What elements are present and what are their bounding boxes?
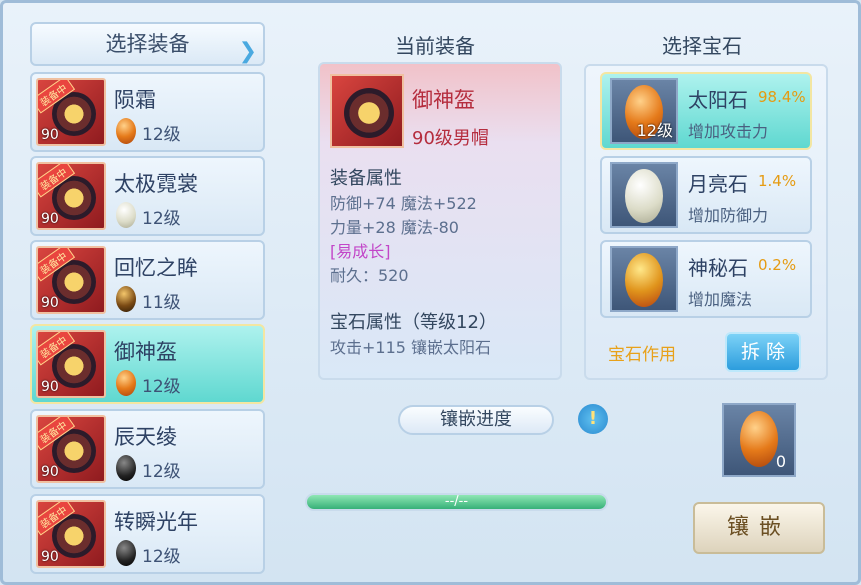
- attr-header: 装备属性: [330, 168, 402, 189]
- gem-attr-header: 宝石属性（等级12）: [330, 312, 497, 333]
- orange-gem-icon: [740, 411, 778, 467]
- trait-label: [易成长]: [330, 242, 391, 261]
- gem-desc: 增加魔法: [688, 290, 753, 309]
- equipment-thumbnail: 装备中 90: [36, 246, 106, 314]
- inlay-button[interactable]: 镶嵌: [693, 502, 825, 554]
- gem-name: 神秘石: [688, 256, 748, 280]
- dark-gem-icon: [116, 455, 136, 481]
- equipment-name: 转瞬光年: [114, 510, 198, 534]
- orange-gem-icon: [116, 118, 136, 144]
- current-equipment-title: 当前装备: [395, 34, 475, 58]
- gem-name: 太阳石: [688, 88, 748, 112]
- equipment-thumbnail: 装备中 90: [36, 415, 106, 483]
- gem-attr-line: 攻击+115 镶嵌太阳石: [330, 338, 492, 357]
- equipment-level: 90: [41, 127, 59, 143]
- gem-option-mystic[interactable]: 神秘石 0.2% 增加魔法: [600, 240, 812, 318]
- helmet-icon: [330, 74, 404, 148]
- equipment-name: 辰天绫: [114, 425, 177, 449]
- equipment-item-5[interactable]: 装备中 90 转瞬光年 12级: [30, 494, 265, 574]
- equipment-name: 御神盔: [114, 340, 177, 364]
- equipment-item-0[interactable]: 装备中 90 陨霜 12级: [30, 72, 265, 152]
- gem-slot[interactable]: 0: [722, 403, 796, 477]
- equipment-subtitle: 90级男帽: [412, 128, 489, 149]
- gem-level: 12级: [142, 462, 181, 482]
- equipment-thumbnail: 装备中 90: [36, 162, 106, 230]
- mixed-gem-icon: [116, 286, 136, 312]
- equipment-name: 太极霓裳: [114, 172, 198, 196]
- equipment-thumbnail: 装备中 90: [36, 330, 106, 398]
- equipment-item-4[interactable]: 装备中 90 辰天绫 12级: [30, 409, 265, 489]
- gem-thumbnail: [610, 246, 678, 312]
- info-icon[interactable]: !: [578, 404, 608, 434]
- equipment-thumbnail: 装备中 90: [36, 78, 106, 146]
- equipment-name: 回忆之眸: [114, 256, 198, 280]
- equipment-level: 90: [41, 295, 59, 311]
- gem-desc: 增加攻击力: [688, 122, 769, 141]
- white-gem-icon: [625, 169, 663, 223]
- gem-option-moon[interactable]: 月亮石 1.4% 增加防御力: [600, 156, 812, 234]
- gem-level: 12级: [142, 377, 181, 397]
- equipment-level: 90: [41, 379, 59, 395]
- equipment-name: 陨霜: [114, 88, 156, 112]
- white-gem-icon: [116, 202, 136, 228]
- gem-name: 月亮石: [688, 172, 748, 196]
- gem-level: 12级: [636, 121, 673, 140]
- progress-text: --/--: [444, 494, 469, 509]
- attr-line-2: 力量+28 魔法-80: [330, 218, 459, 237]
- inlay-progress-label: 镶嵌进度: [398, 405, 554, 435]
- gem-thumbnail: 12级: [610, 78, 678, 144]
- equipment-item-2[interactable]: 装备中 90 回忆之眸 11级: [30, 240, 265, 320]
- durability: 耐久：520: [330, 266, 409, 285]
- gem-option-sun[interactable]: 12级 太阳石 98.4% 增加攻击力: [600, 72, 812, 150]
- equipment-item-1[interactable]: 装备中 90 太极霓裳 12级: [30, 156, 265, 236]
- select-equipment-header: 选择装备 ❯: [30, 22, 265, 66]
- equipment-thumbnail: 装备中 90: [36, 500, 106, 568]
- gem-level: 12级: [142, 209, 181, 229]
- gem-effect-link[interactable]: 宝石作用: [608, 340, 676, 365]
- current-equipment-panel: 御神盔 90级男帽 装备属性 防御+74 魔法+522 力量+28 魔法-80 …: [318, 62, 562, 380]
- equipment-level: 90: [41, 464, 59, 480]
- gem-level: 12级: [142, 547, 181, 567]
- gem-count: 0: [775, 452, 786, 471]
- dark-gem-icon: [116, 540, 136, 566]
- orange-gem-icon: [116, 370, 136, 396]
- gem-percent: 98.4%: [758, 88, 806, 106]
- attr-line-1: 防御+74 魔法+522: [330, 194, 477, 213]
- mystic-gem-icon: [625, 253, 663, 307]
- equipment-name: 御神盔: [412, 88, 475, 112]
- gem-desc: 增加防御力: [688, 206, 769, 225]
- gem-percent: 1.4%: [758, 172, 797, 190]
- equipment-level: 90: [41, 211, 59, 227]
- remove-button[interactable]: 拆 除: [725, 332, 801, 372]
- select-gem-title: 选择宝石: [662, 34, 742, 58]
- gem-thumbnail: [610, 162, 678, 228]
- gem-level: 11级: [142, 293, 181, 313]
- equipment-item-3[interactable]: 装备中 90 御神盔 12级: [30, 324, 265, 404]
- select-equipment-label: 选择装备: [105, 32, 190, 56]
- gem-level: 12级: [142, 125, 181, 145]
- inlay-progress-bar: --/--: [305, 493, 608, 511]
- chevron-right-icon: ❯: [238, 39, 257, 64]
- equipment-level: 90: [41, 549, 59, 565]
- gem-percent: 0.2%: [758, 256, 797, 274]
